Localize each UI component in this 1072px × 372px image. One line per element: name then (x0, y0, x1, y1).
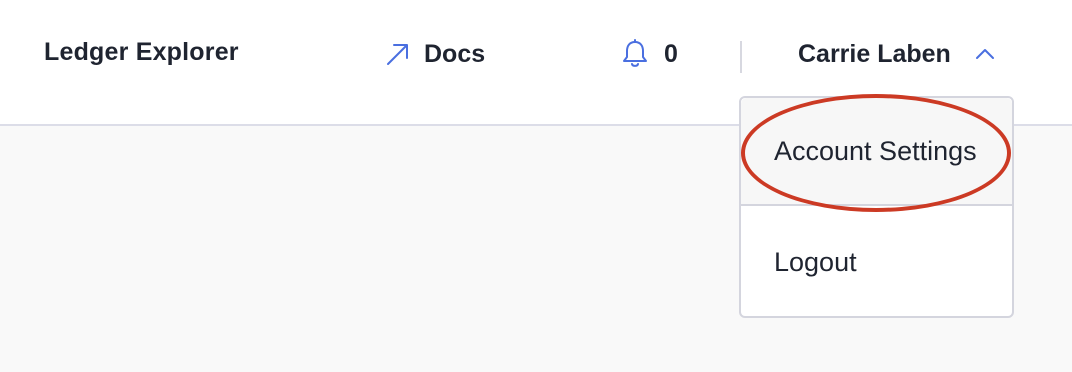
menu-item-logout[interactable]: Logout (741, 208, 1012, 316)
user-name: Carrie Laben (798, 39, 951, 68)
app-title[interactable]: Ledger Explorer (44, 38, 239, 67)
notifications-count: 0 (664, 39, 678, 68)
header-divider (740, 41, 742, 73)
user-dropdown-menu: Account Settings Logout (739, 96, 1014, 318)
docs-link[interactable]: Docs (384, 36, 485, 72)
bell-icon (620, 38, 650, 70)
menu-item-account-settings[interactable]: Account Settings (741, 98, 1012, 206)
arrow-up-right-icon (384, 40, 412, 68)
notifications-button[interactable]: 0 (620, 36, 678, 72)
chevron-up-icon (973, 44, 997, 64)
user-menu-toggle[interactable]: Carrie Laben (798, 36, 997, 72)
docs-label: Docs (424, 39, 486, 68)
